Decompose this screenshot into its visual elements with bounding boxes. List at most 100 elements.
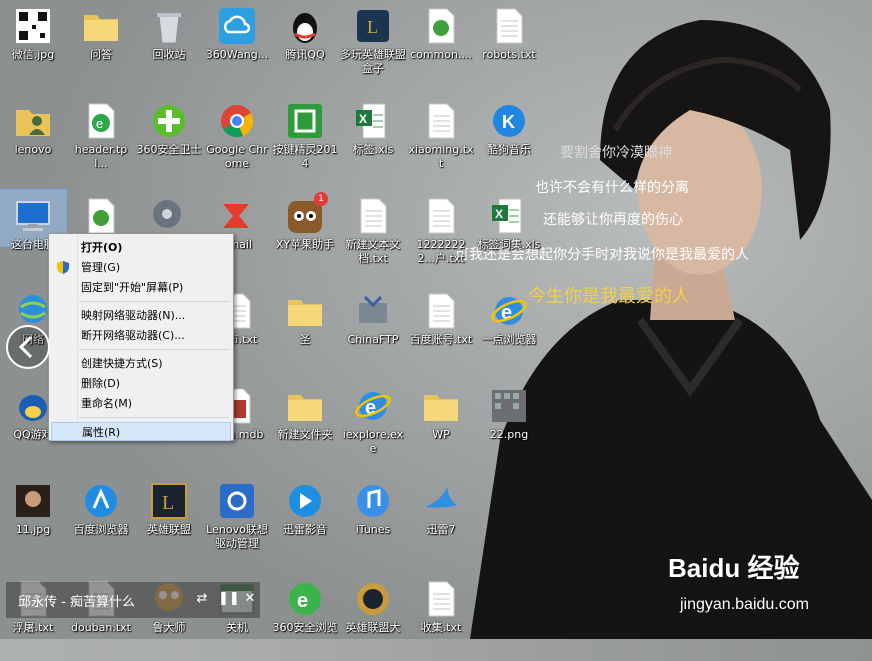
folder-icon xyxy=(81,6,121,46)
folder-icon xyxy=(421,386,461,426)
lyric-line-3: 还能够让你再度的伤心 xyxy=(543,212,683,228)
desktop-icon[interactable]: 百度浏览器 xyxy=(68,475,134,563)
lyric-line-2: 也许不会有什么样的分离 xyxy=(535,180,689,196)
context-menu-item[interactable]: 删除(D) xyxy=(51,374,231,393)
desktop-icon-label: iexplore.exe xyxy=(342,428,404,455)
desktop-icon[interactable]: 新建文件夹 xyxy=(272,380,338,468)
context-menu-item[interactable]: 映射网络驱动器(N)... xyxy=(51,306,231,325)
context-menu-item-label: 属性(R) xyxy=(82,426,121,439)
notification-badge: 1 xyxy=(314,192,328,206)
desktop-icon[interactable]: common.... xyxy=(408,0,474,88)
desktop-icon[interactable]: 问答 xyxy=(68,0,134,88)
desktop-icon[interactable]: 360Wang... xyxy=(204,0,270,88)
context-menu-item-label: 管理(G) xyxy=(81,261,121,274)
macro-tool-icon xyxy=(285,101,325,141)
qr-image-icon xyxy=(13,6,53,46)
menu-separator xyxy=(79,349,229,350)
desktop-icon-label: 回收站 xyxy=(152,48,186,61)
desktop-icon[interactable]: lenovo xyxy=(0,95,66,183)
excel-file-icon: X xyxy=(489,196,529,236)
svg-text:K: K xyxy=(502,112,515,132)
close-icon[interactable]: ✕ xyxy=(242,591,258,607)
desktop-icon[interactable]: e header.tpl... xyxy=(68,95,134,183)
desktop-icon[interactable]: e 360安全浏览 xyxy=(272,573,338,661)
desktop-icon[interactable]: X 标签词集.xls xyxy=(476,190,542,278)
context-menu-item[interactable]: 固定到"开始"屏幕(P) xyxy=(51,278,231,297)
desktop-icon[interactable]: 迅雷影音 xyxy=(272,475,338,563)
desktop-icon[interactable]: 12222222...户.txt xyxy=(408,190,474,278)
desktop-icon[interactable]: WP xyxy=(408,380,474,468)
desktop-icon-label: 圣 xyxy=(299,333,311,346)
desktop-icon-label: 浮屠.txt xyxy=(12,621,54,634)
desktop-icon[interactable]: 22.png xyxy=(476,380,542,468)
desktop-icon[interactable]: 微信.jpg xyxy=(0,0,66,88)
desktop-icon[interactable]: Lenovo联想驱动管理 xyxy=(204,475,270,563)
desktop-icon-label: 360Wang... xyxy=(205,48,269,61)
pause-icon[interactable]: ❚❚ xyxy=(218,591,240,607)
desktop-icon[interactable]: L 英雄联盟 xyxy=(136,475,202,563)
desktop-icon-label: 迅雷7 xyxy=(426,523,456,536)
desktop-icon[interactable]: 回收站 xyxy=(136,0,202,88)
shield-icon xyxy=(57,261,69,274)
desktop-icon-label: 百度浏览器 xyxy=(73,523,129,536)
kugou-icon: K xyxy=(489,101,529,141)
desktop-icon[interactable]: 1 XY苹果助手 xyxy=(272,190,338,278)
desktop-icon[interactable]: 收集.txt xyxy=(408,573,474,661)
prev-icon[interactable]: ⇄ xyxy=(194,591,210,607)
desktop-icon[interactable]: 11.jpg xyxy=(0,475,66,563)
html-file-icon: e xyxy=(81,101,121,141)
settings-shield-icon xyxy=(149,196,189,236)
desktop-icon[interactable]: 新建文本文档.txt xyxy=(340,190,406,278)
context-menu-item[interactable]: 断开网络驱动器(C)... xyxy=(51,326,231,345)
desktop-icon-label: douban.txt xyxy=(70,621,131,634)
context-menu-item-label: 创建快捷方式(S) xyxy=(81,357,163,370)
text-file-icon xyxy=(353,196,393,236)
context-menu-item-label: 映射网络驱动器(N)... xyxy=(81,309,186,322)
desktop-icon-label: 360安全卫士 xyxy=(136,143,202,156)
photo-icon xyxy=(13,481,53,521)
context-menu-item-label: 断开网络驱动器(C)... xyxy=(81,329,185,342)
desktop-icon[interactable]: iTunes xyxy=(340,475,406,563)
desktop-icon[interactable]: e iexplore.exe xyxy=(340,380,406,468)
chrome-icon xyxy=(217,101,257,141)
desktop-icon[interactable]: robots.txt xyxy=(476,0,542,88)
context-menu-item[interactable]: 打开(O) xyxy=(51,238,231,257)
svg-text:e: e xyxy=(297,590,308,612)
chevron-left-icon xyxy=(18,335,33,359)
svg-text:X: X xyxy=(359,112,367,126)
xunlei-player-icon xyxy=(285,481,325,521)
context-menu-item[interactable]: 创建快捷方式(S) xyxy=(51,354,231,373)
desktop-icon[interactable]: L 多玩英雄联盟盒子 xyxy=(340,0,406,88)
back-arrow-button[interactable] xyxy=(6,325,50,369)
desktop-icon[interactable]: Google Chrome xyxy=(204,95,270,183)
desktop-icon-label: 11.jpg xyxy=(15,523,51,536)
desktop-icon[interactable]: 360安全卫士 xyxy=(136,95,202,183)
desktop-icon[interactable]: 按键精灵2014 xyxy=(272,95,338,183)
desktop-icon-label: 英雄联盟大 xyxy=(345,621,401,634)
desktop-icon-label: 迅雷影音 xyxy=(283,523,327,536)
desktop-icon-label: 关机 xyxy=(226,621,248,634)
dreamweaver-file-icon xyxy=(81,196,121,236)
context-menu-item[interactable]: 属性(R) xyxy=(51,422,231,441)
desktop-icon[interactable]: ChinaFTP xyxy=(340,285,406,373)
image-file-icon xyxy=(489,386,529,426)
context-menu-item[interactable]: 重命名(M) xyxy=(51,394,231,413)
svg-text:L: L xyxy=(162,492,174,514)
desktop-icon[interactable]: xiaoming.txt xyxy=(408,95,474,183)
ie-browser-icon: e xyxy=(353,386,393,426)
svg-text:e: e xyxy=(96,116,103,131)
baidu-logo: Baidu 经验 xyxy=(668,553,800,583)
desktop-icon[interactable]: X 标签.xls xyxy=(340,95,406,183)
desktop-icon[interactable]: 迅雷7 xyxy=(408,475,474,563)
folder-icon xyxy=(285,386,325,426)
desktop-icon[interactable]: 百度账号.txt xyxy=(408,285,474,373)
desktop-icon[interactable]: K 酷狗音乐 xyxy=(476,95,542,183)
context-menu-item[interactable]: 管理(G) xyxy=(51,258,231,277)
desktop-icon[interactable]: e 一点浏览器 xyxy=(476,285,542,373)
desktop-icon[interactable]: 腾讯QQ xyxy=(272,0,338,88)
desktop-icon[interactable]: 圣 xyxy=(272,285,338,373)
lol-icon: L xyxy=(149,481,189,521)
desktop-icon-label: 一点浏览器 xyxy=(481,333,537,346)
desktop-icon[interactable]: 英雄联盟大 xyxy=(340,573,406,661)
context-menu: 打开(O) 管理(G) 固定到"开始"屏幕(P) 映射网络驱动器(N)... 断开网络驱… xyxy=(48,233,234,441)
